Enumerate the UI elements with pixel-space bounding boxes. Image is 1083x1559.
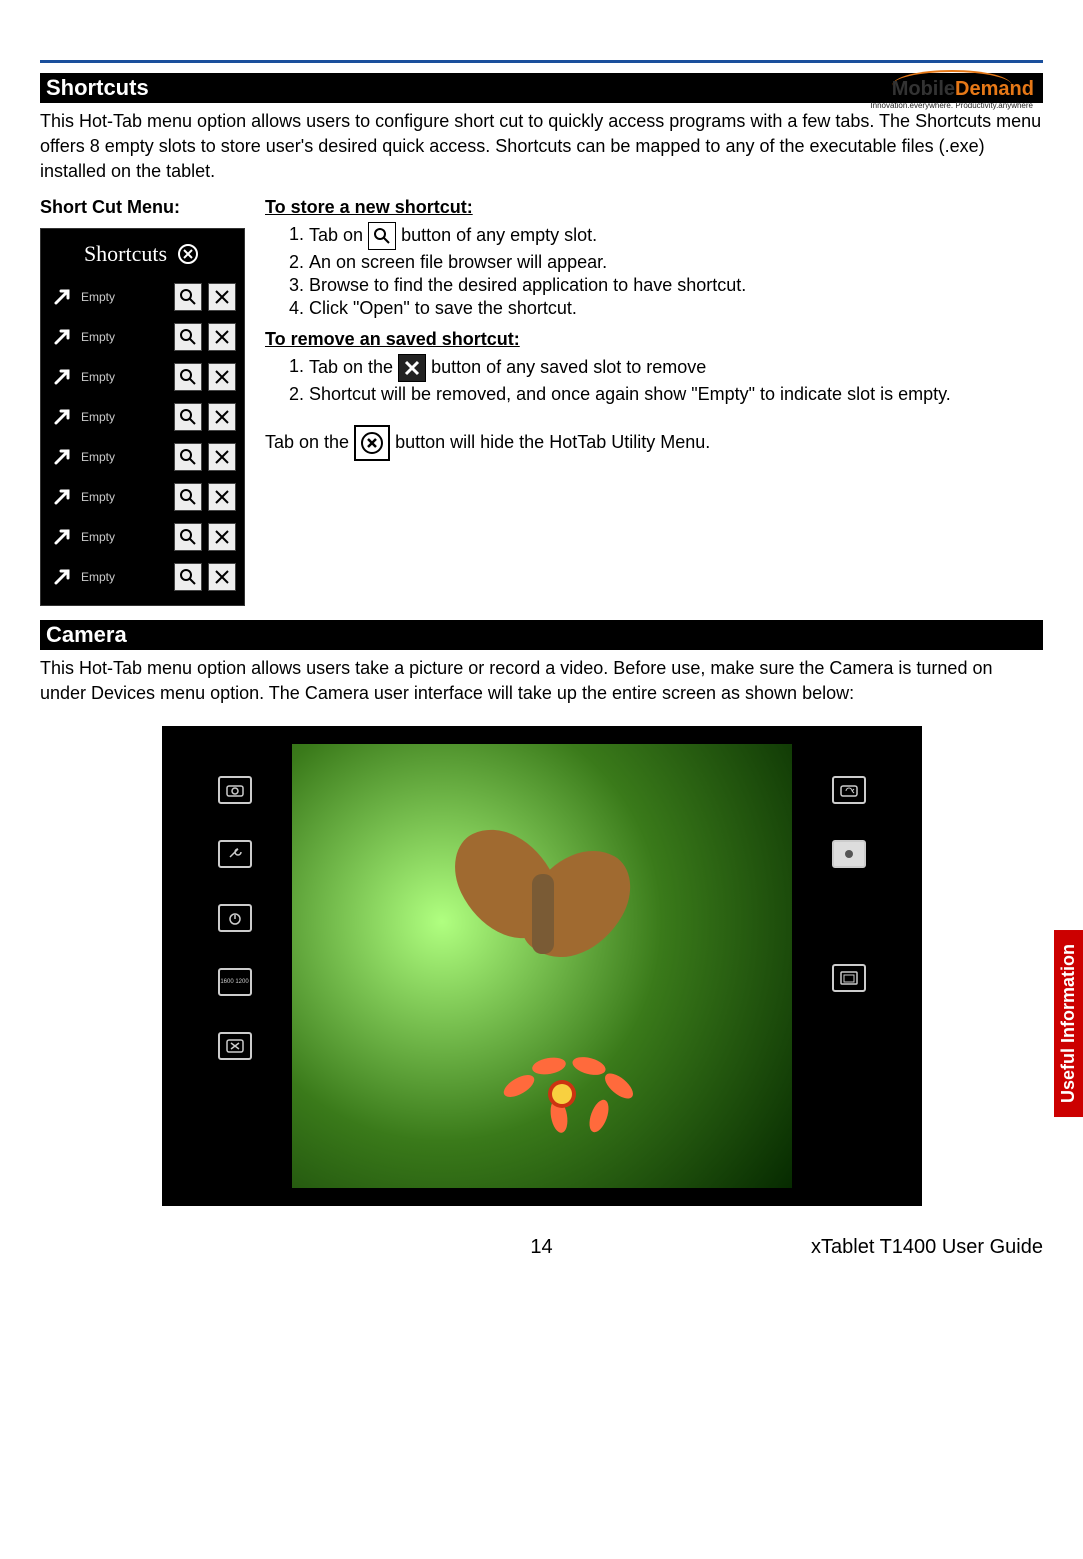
- settings-wrench-icon: [218, 840, 252, 868]
- page-number: 14: [340, 1236, 743, 1259]
- delete-x-icon: [208, 283, 236, 311]
- remove-steps: Tab on the button of any saved slot to r…: [265, 354, 1043, 405]
- camera-heading: Camera: [40, 620, 1043, 650]
- store-steps: Tab on button of any empty slot. An on s…: [265, 222, 1043, 319]
- shortcut-menu-title: Short Cut Menu:: [40, 197, 245, 218]
- resolution-icon: 1600 1200: [218, 968, 252, 996]
- delete-x-icon: [208, 563, 236, 591]
- search-icon: [174, 403, 202, 431]
- shortcut-slot: Empty: [47, 517, 238, 557]
- search-icon: [174, 563, 202, 591]
- shortcut-slot: Empty: [47, 317, 238, 357]
- step-text: Tab on: [309, 224, 368, 244]
- camera-intro: This Hot-Tab menu option allows users ta…: [40, 656, 1043, 706]
- logo-text-left: Mobile: [892, 78, 955, 100]
- close-x-icon: [218, 1032, 252, 1060]
- shortcut-slot: Empty: [47, 477, 238, 517]
- shortcuts-panel-screenshot: Shortcuts Empty Empty: [40, 228, 245, 606]
- search-icon: [368, 222, 396, 250]
- list-item: An on screen file browser will appear.: [309, 252, 1043, 273]
- remove-heading: To remove an saved shortcut:: [265, 329, 1043, 350]
- delete-x-icon: [208, 363, 236, 391]
- delete-x-icon: [398, 354, 426, 382]
- slot-label: Empty: [81, 570, 168, 584]
- slot-label: Empty: [81, 370, 168, 384]
- logo-tagline: Innovation.everywhere. Productivity.anyw…: [870, 101, 1033, 110]
- slot-label: Empty: [81, 410, 168, 424]
- delete-x-icon: [208, 323, 236, 351]
- search-icon: [174, 523, 202, 551]
- shortcut-arrow-icon: [49, 444, 75, 470]
- shortcut-arrow-icon: [49, 284, 75, 310]
- shutter-icon: [832, 840, 866, 868]
- search-icon: [174, 283, 202, 311]
- logo: MobileDemand Innovation.everywhere. Prod…: [870, 70, 1033, 110]
- shortcut-arrow-icon: [49, 324, 75, 350]
- step-text: Tab on the: [309, 356, 398, 376]
- shortcut-arrow-icon: [49, 564, 75, 590]
- camera-mode-icon: [218, 776, 252, 804]
- step-text: button of any empty slot.: [401, 224, 597, 244]
- search-icon: [174, 483, 202, 511]
- delete-x-icon: [208, 523, 236, 551]
- search-icon: [174, 443, 202, 471]
- shortcut-arrow-icon: [49, 364, 75, 390]
- close-icon: [175, 241, 201, 267]
- search-icon: [174, 363, 202, 391]
- camera-ui-screenshot: 1600 1200: [162, 726, 922, 1206]
- list-item: Tab on button of any empty slot.: [309, 222, 1043, 250]
- footer: 14 xTablet T1400 User Guide: [40, 1206, 1043, 1299]
- step-text: button of any saved slot to remove: [431, 356, 706, 376]
- slot-label: Empty: [81, 330, 168, 344]
- slot-label: Empty: [81, 450, 168, 464]
- note-text: button will hide the HotTab Utility Menu…: [395, 431, 710, 451]
- shortcut-arrow-icon: [49, 524, 75, 550]
- logo-text-right: Demand: [955, 78, 1034, 100]
- hide-note: Tab on the button will hide the HotTab U…: [265, 425, 1043, 461]
- slot-label: Empty: [81, 490, 168, 504]
- note-text: Tab on the: [265, 431, 354, 451]
- shortcut-slot: Empty: [47, 357, 238, 397]
- shortcut-slot: Empty: [47, 557, 238, 597]
- guide-title: xTablet T1400 User Guide: [743, 1236, 1043, 1259]
- delete-x-icon: [208, 443, 236, 471]
- shortcut-slot: Empty: [47, 397, 238, 437]
- shortcuts-intro: This Hot-Tab menu option allows users to…: [40, 109, 1043, 185]
- resolution-label: 1600 1200: [220, 979, 248, 985]
- list-item: Browse to find the desired application t…: [309, 275, 1043, 296]
- slot-label: Empty: [81, 530, 168, 544]
- shortcut-slot: Empty: [47, 437, 238, 477]
- shortcut-arrow-icon: [49, 484, 75, 510]
- camera-viewfinder: [292, 744, 792, 1188]
- delete-x-icon: [208, 483, 236, 511]
- side-tab-useful-information: Useful Information: [1054, 930, 1083, 1117]
- delete-x-icon: [208, 403, 236, 431]
- panel-title: Shortcuts: [84, 241, 167, 267]
- search-icon: [174, 323, 202, 351]
- header-rule: [40, 60, 1043, 63]
- close-icon: [354, 425, 390, 461]
- list-item: Shortcut will be removed, and once again…: [309, 384, 1043, 405]
- gallery-icon: [832, 964, 866, 992]
- list-item: Click "Open" to save the shortcut.: [309, 298, 1043, 319]
- store-heading: To store a new shortcut:: [265, 197, 1043, 218]
- slot-label: Empty: [81, 290, 168, 304]
- switch-camera-icon: [832, 776, 866, 804]
- shortcut-slot: Empty: [47, 277, 238, 317]
- logo-arc: MobileDemand: [892, 70, 1012, 101]
- timer-icon: [218, 904, 252, 932]
- list-item: Tab on the button of any saved slot to r…: [309, 354, 1043, 382]
- shortcut-arrow-icon: [49, 404, 75, 430]
